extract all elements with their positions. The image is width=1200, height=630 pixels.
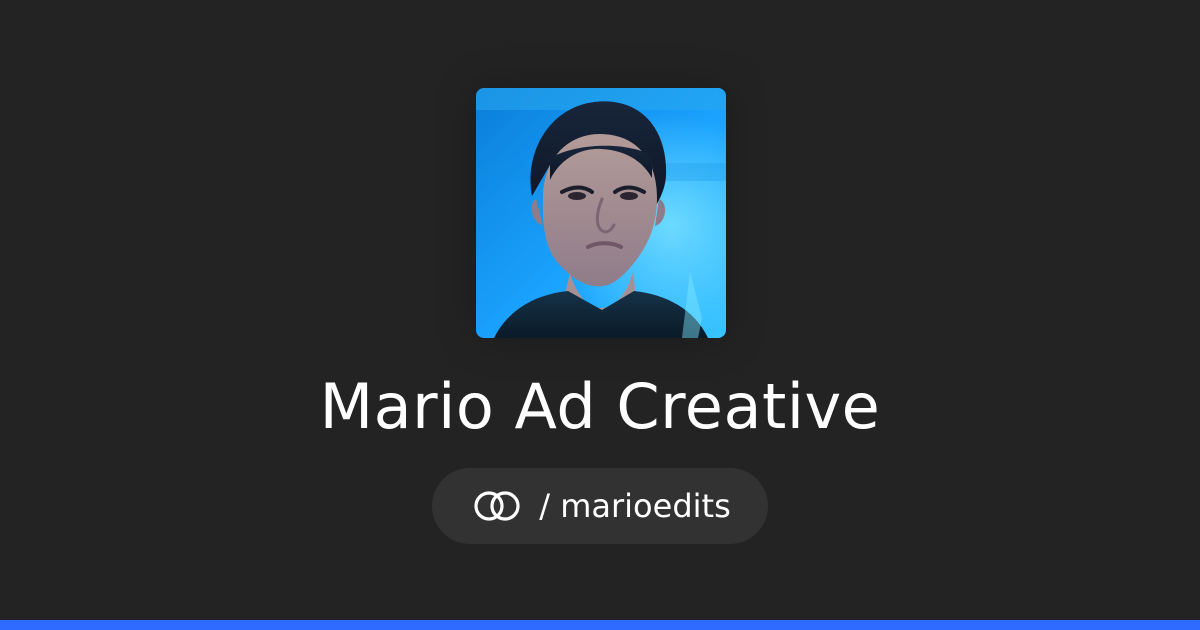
profile-handle-pill[interactable]: / marioedits <box>432 468 768 544</box>
avatar <box>476 88 726 338</box>
profile-name: Mario Ad Creative <box>319 370 881 443</box>
accent-bar <box>0 620 1200 630</box>
avatar-photo <box>476 88 726 338</box>
linked-rings-icon <box>474 491 520 521</box>
profile-card: Mario Ad Creative / marioedits <box>0 0 1200 620</box>
profile-handle: / marioedits <box>539 487 731 525</box>
